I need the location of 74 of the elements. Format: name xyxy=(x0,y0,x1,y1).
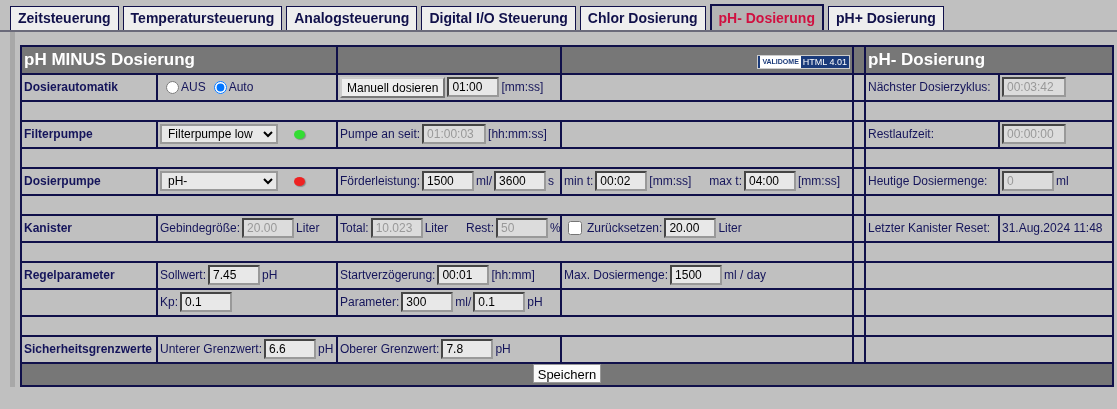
input-field[interactable]: 04:00 xyxy=(744,171,796,191)
field-label: Startverzögerung: xyxy=(340,267,436,284)
field-label: [hh:mm:ss] xyxy=(488,126,547,143)
input-field[interactable]: 0.1 xyxy=(473,292,526,312)
field-label: [hh:mm] xyxy=(491,267,535,284)
field-label: max t: xyxy=(709,173,742,190)
input-field[interactable]: 3600 xyxy=(494,171,547,191)
field-label: Nächster Dosierzyklus: xyxy=(868,80,991,94)
input-field[interactable]: 1500 xyxy=(422,171,475,191)
field-label: s xyxy=(548,173,555,190)
input-field[interactable]: 01:00 xyxy=(447,77,500,97)
radio-label: Auto xyxy=(228,79,254,96)
field-label: pH xyxy=(262,267,278,284)
field-label: Rest: xyxy=(466,220,495,237)
field-label: Kp: xyxy=(160,294,178,311)
input-field[interactable]: 20.00 xyxy=(664,218,717,238)
tab[interactable]: Analogsteuerung xyxy=(286,6,418,30)
radio-button[interactable] xyxy=(166,80,179,94)
tab[interactable]: Chlor Dosierung xyxy=(579,6,706,30)
input-field[interactable]: 300 xyxy=(401,292,454,312)
save-button[interactable]: Speichern xyxy=(532,364,602,383)
field-label: [mm:ss] xyxy=(798,173,840,190)
input-field[interactable]: 1500 xyxy=(670,265,723,285)
field-label: Pumpe an seit: xyxy=(340,126,421,143)
row-label: Kanister xyxy=(24,221,73,235)
field-label: ml/ xyxy=(455,294,472,311)
input-field[interactable]: 7.8 xyxy=(441,339,494,359)
dropdown[interactable]: Filterpumpe low xyxy=(160,124,278,144)
field-label: Liter xyxy=(718,220,742,237)
radio-label: AUS xyxy=(181,79,206,96)
field-label: Sollwert: xyxy=(160,267,206,284)
input-field[interactable]: 7.45 xyxy=(208,265,260,285)
field-label: Heutige Dosiermenge: xyxy=(868,174,988,188)
field-label: [mm:ss] xyxy=(501,79,544,96)
field-label: pH xyxy=(318,341,334,358)
field-label: Förderleistung: xyxy=(340,173,421,190)
field-label: [mm:ss] xyxy=(649,173,692,190)
field-label: pH xyxy=(495,341,511,358)
row-label: Dosierpumpe xyxy=(24,174,101,188)
row-label: Dosierautomatik xyxy=(24,80,119,94)
row-label: Filterpumpe xyxy=(24,127,93,141)
checkbox[interactable] xyxy=(568,221,582,235)
field-label: ml/ xyxy=(476,173,493,190)
field-label: 31.Aug.2024 11:48 xyxy=(1002,220,1103,237)
field-label: ml xyxy=(1056,173,1069,190)
panel-title: pH MINUS Dosierung xyxy=(24,50,195,69)
input-field[interactable]: 00:01 xyxy=(437,265,490,285)
tab[interactable]: Digital I/O Steuerung xyxy=(421,6,576,30)
row-label: Regelparameter xyxy=(24,268,115,282)
input-field[interactable]: 0.1 xyxy=(180,292,232,312)
field-label: Total: xyxy=(340,220,369,237)
field-label: pH xyxy=(527,294,543,311)
field-label: Letzter Kanister Reset: xyxy=(868,221,991,235)
field-label: Zurücksetzen: xyxy=(587,220,663,237)
row-label: Sicherheitsgrenzwerte xyxy=(24,342,153,356)
panel-title: pH- Dosierung xyxy=(868,50,986,69)
radio-button[interactable] xyxy=(213,80,227,94)
dropdown[interactable]: pH- xyxy=(160,171,278,191)
input-field[interactable]: 6.6 xyxy=(264,339,317,359)
field-label: ml / day xyxy=(724,267,767,284)
field-label: min t: xyxy=(564,173,594,190)
field-label: Parameter: xyxy=(340,294,400,311)
input-field[interactable]: 00:02 xyxy=(595,171,648,191)
field-label: Oberer Grenzwert: xyxy=(340,341,440,358)
field-label: Gebindegröße: xyxy=(160,220,241,237)
tab[interactable]: Temperatursteuerung xyxy=(122,6,283,30)
field-label: Unterer Grenzwert: xyxy=(160,341,263,358)
field-label: Restlaufzeit: xyxy=(868,127,935,141)
field-label: Liter xyxy=(296,220,320,237)
tab[interactable]: Zeitsteuerung xyxy=(10,6,119,30)
tab[interactable]: pH+ Dosierung xyxy=(827,6,944,30)
field-label: Liter xyxy=(424,220,449,237)
action-button[interactable]: Manuell dosieren xyxy=(340,76,446,98)
field-label: Max. Dosiermenge: xyxy=(564,267,669,284)
